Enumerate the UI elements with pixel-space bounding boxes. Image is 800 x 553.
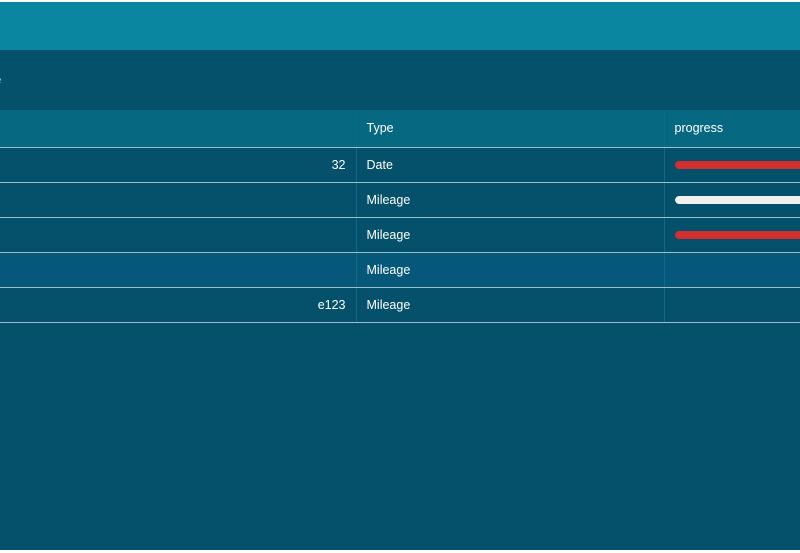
name-cell: e123	[0, 287, 357, 323]
column-header-progress[interactable]: progress	[664, 110, 800, 148]
column-header-type[interactable]: Type	[356, 110, 665, 148]
type-cell: Mileage	[356, 252, 665, 288]
toolbar: e	[0, 50, 800, 110]
progress-bar-fill	[674, 195, 800, 204]
page-title: e	[0, 72, 1, 87]
app-window: e Type progress 32 Date Mileage	[0, 2, 800, 550]
type-cell: Mileage	[356, 182, 665, 218]
progress-cell	[664, 147, 800, 183]
progress-bar	[674, 230, 800, 239]
name-cell	[0, 252, 357, 288]
type-cell: Mileage	[356, 287, 665, 323]
progress-bar-fill	[674, 160, 800, 169]
progress-cell	[664, 252, 800, 288]
table-row[interactable]: Mileage	[0, 182, 800, 218]
app-header-bar	[0, 2, 800, 50]
name-cell	[0, 182, 357, 218]
name-cell: 32	[0, 147, 357, 183]
progress-bar-fill	[674, 230, 800, 239]
table-header-row: Type progress	[0, 110, 800, 148]
table-row[interactable]: Mileage	[0, 217, 800, 253]
name-cell	[0, 217, 357, 253]
type-cell: Mileage	[356, 217, 665, 253]
data-table: Type progress 32 Date Mileage Mileage Mi…	[0, 110, 800, 323]
progress-bar	[674, 160, 800, 169]
progress-cell	[664, 287, 800, 323]
progress-cell	[664, 217, 800, 253]
progress-cell	[664, 182, 800, 218]
table-row[interactable]: e123 Mileage	[0, 287, 800, 323]
table-row[interactable]: Mileage	[0, 252, 800, 288]
name-text: 32	[331, 157, 346, 172]
table-row[interactable]: 32 Date	[0, 147, 800, 183]
name-text: e123	[317, 297, 346, 312]
progress-bar	[674, 195, 800, 204]
type-cell: Date	[356, 147, 665, 183]
column-header-name[interactable]	[0, 110, 357, 148]
